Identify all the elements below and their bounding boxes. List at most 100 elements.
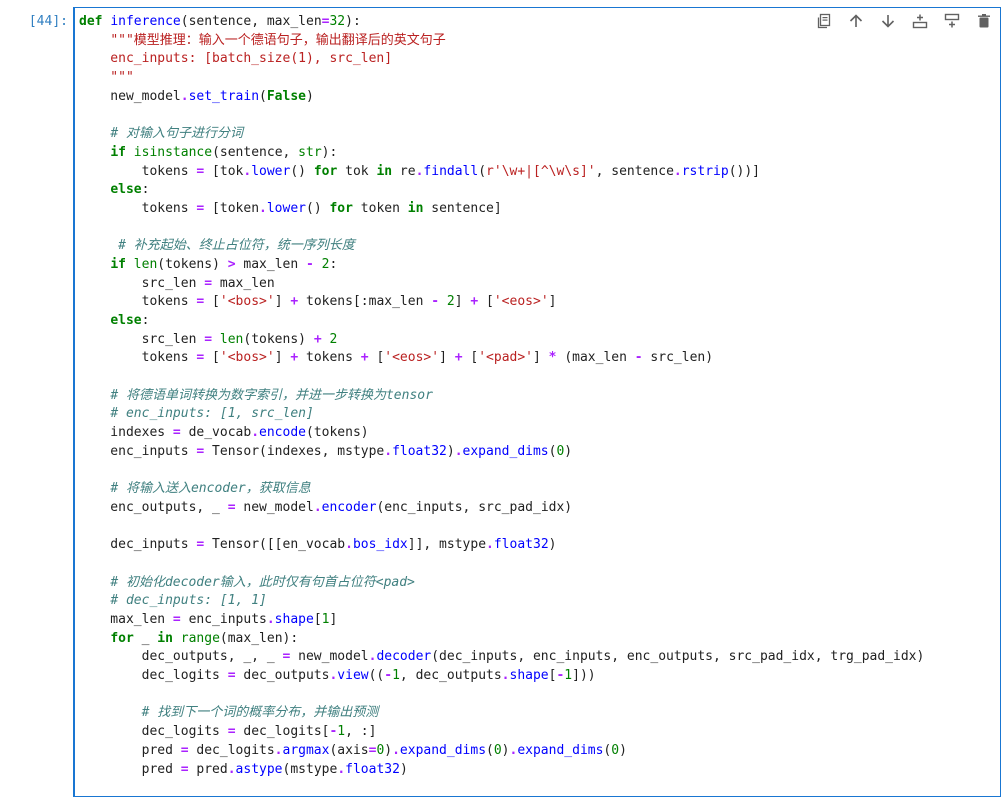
code-line: # 将德语单词转换为数字索引，并进一步转换为tensor	[79, 387, 924, 406]
code-token: (mstype	[282, 761, 338, 777]
code-token: new_model	[290, 649, 369, 665]
code-token: 2	[329, 331, 338, 347]
code-token: token	[352, 200, 408, 216]
code-token: 32	[329, 14, 346, 29]
code-token: >	[227, 256, 236, 272]
code-token: ):	[321, 144, 338, 160]
code-token: =	[227, 668, 236, 684]
code-line: if isinstance(sentence, str):	[79, 144, 924, 163]
code-token: ]	[548, 294, 557, 310]
code-token: dec_inputs	[79, 537, 197, 553]
code-token: =	[204, 275, 213, 291]
code-token: in	[376, 163, 393, 179]
code-line: dec_logits = dec_outputs.view((-1, dec_o…	[79, 667, 924, 686]
move-cell-down-button[interactable]	[872, 12, 904, 34]
code-token: enc_inputs	[180, 612, 267, 627]
code-token: len	[133, 256, 158, 272]
code-token: # 将德语单词转换为数字索引，并进一步转换为tensor	[110, 387, 433, 403]
code-token: for	[110, 630, 134, 646]
code-token: .	[251, 425, 260, 441]
delete-cell-button[interactable]	[968, 12, 1000, 34]
code-line: src_len = len(tokens) + 2	[79, 331, 924, 350]
code-token: findall	[423, 163, 479, 179]
code-token: )	[501, 742, 510, 758]
code-token: '<pad>'	[478, 350, 534, 366]
duplicate-cell-button[interactable]	[808, 12, 840, 34]
code-line: if len(tokens) > max_len - 2:	[79, 256, 924, 275]
code-token: set_train	[188, 88, 260, 104]
code-token: =	[180, 742, 189, 758]
code-line: # 补充起始、终止占位符，统一序列长度	[79, 237, 924, 256]
code-line: tokens = [token.lower() for token in sen…	[79, 200, 924, 219]
code-token: for	[329, 200, 353, 216]
copy-icon	[816, 13, 832, 34]
code-line: # 将输入送入encoder，获取信息	[79, 480, 924, 499]
code-token: float32	[493, 537, 549, 553]
code-token: pred	[79, 761, 181, 777]
code-token: (	[486, 742, 494, 758]
code-token: # 将输入送入encoder，获取信息	[110, 481, 311, 497]
code-cell[interactable]: [44]: def inference(sentence, max_len=32…	[0, 0, 1002, 797]
code-token: .	[392, 742, 400, 758]
code-token: .	[274, 742, 283, 758]
code-token: # 找到下一个词的概率分布，并输出预测	[141, 705, 379, 721]
code-token: +	[290, 350, 299, 366]
code-token: src_len)	[642, 350, 714, 366]
code-token: (dec_inputs, enc_inputs, enc_outputs, sr…	[431, 649, 925, 665]
code-token: expand_dims	[462, 443, 549, 459]
code-token: ()	[290, 163, 314, 179]
code-token: # 初始化decoder输入，此时仅有句首占位符<pad>	[110, 574, 415, 590]
code-token: =	[172, 425, 181, 441]
code-token: max_len	[235, 256, 307, 272]
code-token: +	[290, 294, 299, 310]
insert-cell-below-button[interactable]	[936, 12, 968, 34]
code-token: (tokens)	[157, 256, 228, 272]
code-token: 2	[321, 256, 330, 272]
code-token: encode	[259, 425, 306, 441]
code-token: (tokens)	[243, 331, 314, 347]
code-token: [	[462, 350, 479, 366]
code-editor[interactable]: def inference(sentence, max_len=32): """…	[79, 13, 924, 779]
code-token: rstrip	[681, 163, 729, 179]
code-token: =	[180, 761, 189, 777]
code-token: enc_outputs, _	[79, 499, 228, 515]
code-token: ]))	[572, 668, 596, 684]
code-token: max_len	[212, 275, 275, 291]
move-cell-up-button[interactable]	[840, 12, 872, 34]
code-token: dec_logits	[79, 724, 228, 740]
code-token: dec_logits[	[235, 724, 330, 740]
code-line: pred = pred.astype(mstype.float32)	[79, 761, 924, 780]
code-token: pred	[79, 742, 181, 758]
code-token: .	[266, 612, 275, 627]
code-token: )	[306, 88, 314, 104]
code-line: # enc_inputs: [1, src_len]	[79, 405, 924, 424]
trash-icon	[976, 13, 992, 34]
code-token: float32	[392, 443, 447, 459]
code-token: :	[141, 313, 150, 328]
code-token: bos_idx	[352, 537, 408, 553]
code-token: +	[313, 331, 322, 347]
code-token: [	[204, 294, 220, 310]
code-token: +	[360, 350, 369, 366]
code-token: .	[227, 761, 236, 777]
code-line: for _ in range(max_len):	[79, 630, 924, 649]
code-token: =	[227, 724, 236, 740]
code-token: +	[454, 350, 463, 366]
code-token: tokens	[79, 163, 197, 179]
insert-cell-above-button[interactable]	[904, 12, 936, 34]
code-line: new_model.set_train(False)	[79, 88, 924, 107]
code-token: src_len	[79, 331, 205, 347]
code-token: =	[204, 331, 213, 347]
